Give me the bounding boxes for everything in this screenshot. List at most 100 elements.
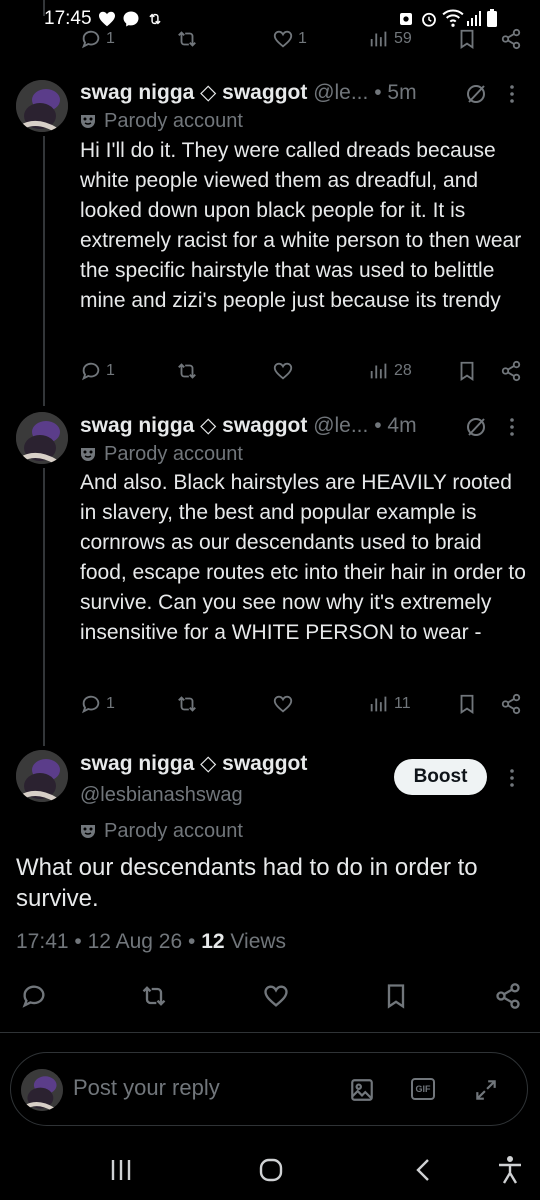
repost-icon [142, 986, 166, 1006]
gif-button[interactable]: GIF [411, 1078, 435, 1100]
post-time: • 5m [374, 81, 417, 104]
parody-label: Parody account [80, 110, 243, 133]
avatar[interactable] [16, 412, 68, 464]
author-line[interactable]: swag nigga ◇ swaggot @le... • 4m [80, 413, 417, 438]
main-post-text: What our descendants had to do in order … [16, 854, 478, 912]
heart-outline-icon [273, 695, 293, 713]
avatar-image [16, 412, 68, 464]
main-author-name[interactable]: swag nigga ◇ swaggot [80, 751, 307, 776]
reply-icon [81, 695, 100, 714]
divider [0, 1032, 540, 1033]
top-repost-button[interactable] [176, 26, 198, 52]
top-reply-count: 1 [106, 30, 115, 47]
heart-icon [99, 11, 115, 27]
recent-apps-icon[interactable] [108, 1158, 134, 1182]
more-options-icon[interactable] [504, 768, 520, 788]
main-reply-button[interactable] [20, 982, 48, 1015]
repost-button[interactable] [176, 358, 198, 384]
alarm-icon [400, 13, 412, 25]
reply-count: 1 [106, 362, 115, 379]
avatar[interactable] [16, 80, 68, 132]
wifi-icon [442, 9, 464, 27]
more-options-icon[interactable] [504, 84, 520, 104]
main-share-button[interactable] [494, 982, 522, 1015]
main-like-button[interactable] [262, 982, 290, 1015]
analytics-icon [370, 31, 387, 47]
like-button[interactable] [272, 691, 298, 717]
battery-icon [487, 9, 497, 27]
heart-outline-icon [264, 985, 288, 1007]
thread-line-top [43, 0, 45, 16]
expand-icon[interactable] [473, 1077, 499, 1103]
views-count: 28 [394, 362, 412, 379]
analytics-icon [370, 696, 387, 712]
back-icon[interactable] [412, 1157, 436, 1183]
author-name[interactable]: swag nigga ◇ swaggot [80, 81, 307, 104]
share-button[interactable] [500, 691, 522, 717]
top-like-button[interactable]: 1 [272, 26, 307, 52]
reply-icon [22, 985, 45, 1008]
views-number[interactable]: 12 [201, 930, 224, 953]
bookmark-icon [460, 361, 474, 381]
repost-icon [149, 13, 161, 25]
avatar-image [16, 750, 68, 802]
more-options-icon[interactable] [504, 417, 520, 437]
top-share-button[interactable] [500, 26, 522, 52]
heart-outline-icon [273, 30, 293, 48]
main-action-bar [0, 982, 540, 1012]
main-author-handle[interactable]: @lesbianashswag [80, 784, 243, 807]
views-count: 11 [394, 695, 411, 712]
like-button[interactable] [272, 358, 298, 384]
home-icon[interactable] [258, 1157, 284, 1183]
repost-icon [178, 31, 196, 47]
action-bar: 1 11 [80, 691, 530, 717]
thread-line-2 [43, 468, 45, 746]
parody-text: Parody account [104, 110, 243, 132]
share-icon [501, 360, 521, 382]
author-line[interactable]: swag nigga ◇ swaggot @le... • 5m [80, 80, 417, 105]
reply-button[interactable]: 1 [80, 358, 115, 384]
accessibility-icon[interactable] [496, 1155, 524, 1185]
gif-label: GIF [415, 1084, 431, 1094]
reply-button[interactable]: 1 [80, 691, 115, 717]
grok-icon[interactable] [464, 82, 488, 106]
top-like-count: 1 [298, 30, 307, 47]
parody-label: Parody account [80, 820, 243, 843]
parody-text: Parody account [104, 443, 243, 465]
main-repost-button[interactable] [140, 982, 168, 1015]
main-bookmark-button[interactable] [382, 982, 410, 1015]
parody-mask-icon [81, 825, 95, 838]
reply-composer[interactable]: Post your reply GIF [10, 1052, 528, 1126]
top-views-button[interactable]: 59 [368, 26, 412, 52]
author-name[interactable]: swag nigga ◇ swaggot [80, 414, 307, 437]
repost-icon [178, 696, 196, 712]
top-reply-button[interactable]: 1 [80, 26, 115, 52]
views-button[interactable]: 11 [368, 691, 411, 717]
heart-outline-icon [273, 362, 293, 380]
parody-mask-icon [81, 115, 95, 128]
views-button[interactable]: 28 [368, 358, 412, 384]
repost-button[interactable] [176, 691, 198, 717]
bookmark-button[interactable] [456, 358, 478, 384]
share-button[interactable] [500, 358, 522, 384]
image-icon[interactable] [349, 1077, 375, 1103]
top-views-count: 59 [394, 30, 412, 47]
bookmark-button[interactable] [456, 691, 478, 717]
author-handle: @le... [313, 81, 369, 104]
top-bookmark-button[interactable] [456, 26, 478, 52]
main-avatar[interactable] [16, 750, 68, 802]
boost-button[interactable]: Boost [394, 759, 487, 795]
post-meta: 17:41 • 12 Aug 26 • 12 Views [16, 930, 286, 954]
action-bar: 1 28 [80, 358, 530, 384]
bookmark-icon [460, 694, 474, 714]
parody-label: Parody account [80, 443, 243, 466]
reply-icon [81, 362, 100, 381]
repost-icon [178, 363, 196, 379]
views-label: Views [230, 930, 287, 953]
grok-icon[interactable] [464, 415, 488, 439]
analytics-icon [370, 363, 387, 379]
bookmark-icon [387, 984, 405, 1009]
reply-input[interactable]: Post your reply [73, 1075, 220, 1101]
bookmark-icon [460, 29, 474, 49]
system-nav-bar [0, 1140, 540, 1200]
